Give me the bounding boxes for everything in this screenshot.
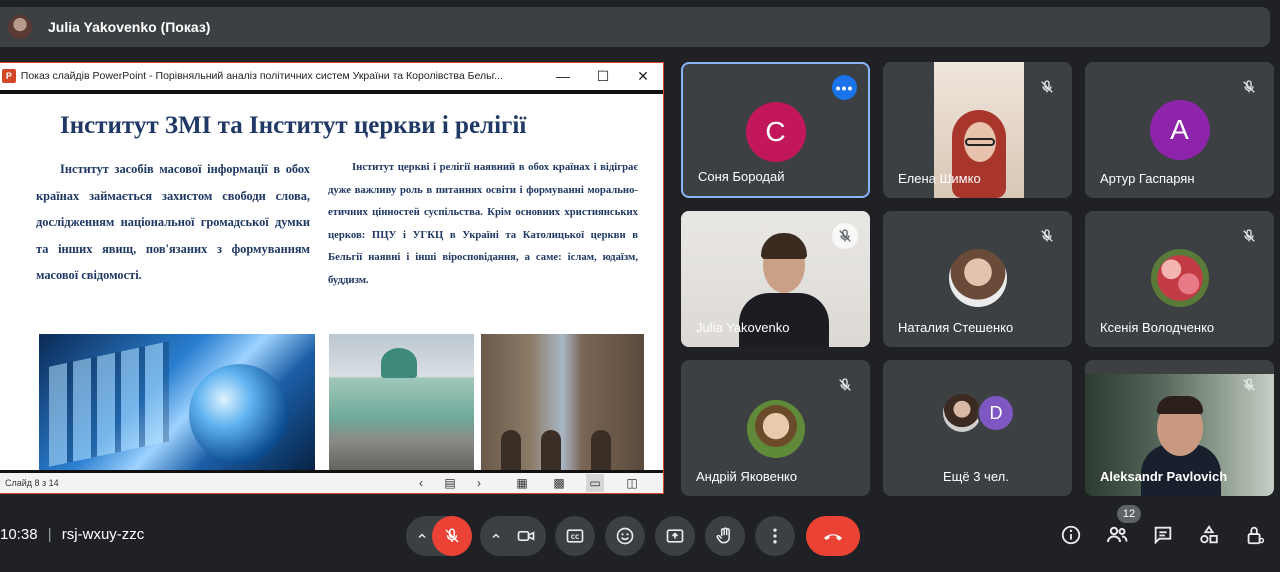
participant-tile-others[interactable]: D Ещё 3 чел. bbox=[883, 360, 1072, 496]
media-image bbox=[39, 334, 315, 470]
participant-tile[interactable]: Aleksandr Pavlovich bbox=[1085, 360, 1274, 496]
present-button[interactable] bbox=[655, 516, 695, 556]
participant-tile[interactable]: А Артур Гаспарян bbox=[1085, 62, 1274, 198]
mic-off-icon bbox=[1034, 74, 1060, 100]
participant-tile[interactable]: С ••• Соня Бородай bbox=[681, 62, 870, 198]
participant-name: Ещё 3 чел. bbox=[943, 469, 1009, 484]
people-icon[interactable] bbox=[1104, 522, 1130, 548]
captions-icon: CC bbox=[566, 529, 584, 543]
avatar: D bbox=[977, 394, 1015, 432]
avatar bbox=[746, 400, 805, 458]
emoji-button[interactable] bbox=[605, 516, 645, 556]
normal-view-icon[interactable]: ▦ bbox=[513, 474, 531, 492]
participant-tile[interactable]: Ксенія Володченко bbox=[1085, 211, 1274, 347]
ppt-statusbar: Слайд 8 з 14 ‹ ▤ › ▦ ▩ ▭ ◫ bbox=[0, 473, 663, 493]
mic-off-icon bbox=[832, 223, 858, 249]
ppt-titlebar: P Показ слайдів PowerPoint - Порівняльни… bbox=[0, 63, 663, 89]
end-call-button[interactable] bbox=[806, 516, 860, 556]
captions-button[interactable]: CC bbox=[555, 516, 595, 556]
maximize-icon[interactable]: ☐ bbox=[583, 63, 623, 89]
meeting-info: 10:38 | rsj-wxuy-zzc bbox=[0, 526, 144, 543]
slide-left-text: Інститут засобів масової інформації в об… bbox=[36, 162, 310, 282]
mic-off-icon bbox=[1236, 74, 1262, 100]
reading-view-icon[interactable]: ▭ bbox=[586, 474, 604, 492]
activities-icon[interactable] bbox=[1196, 522, 1222, 548]
participant-tile[interactable]: Елена Шимко bbox=[883, 62, 1072, 198]
chevron-up-icon[interactable] bbox=[486, 516, 506, 556]
ppt-window: P Показ слайдів PowerPoint - Порівняльни… bbox=[0, 62, 664, 494]
avatar bbox=[943, 394, 981, 432]
people-count-badge: 12 bbox=[1117, 505, 1141, 523]
participant-name: Ксенія Володченко bbox=[1100, 320, 1215, 335]
ppt-window-title: Показ слайдів PowerPoint - Порівняльний … bbox=[20, 70, 503, 82]
participant-name: Aleksandr Pavlovich bbox=[1100, 469, 1228, 484]
participant-name: Julia Yakovenko bbox=[696, 320, 790, 335]
minimize-icon[interactable]: — bbox=[543, 63, 583, 89]
avatar: С bbox=[745, 102, 806, 162]
close-icon[interactable]: ✕ bbox=[623, 63, 663, 89]
more-vert-icon bbox=[773, 528, 777, 544]
more-options-button[interactable] bbox=[755, 516, 795, 556]
slide-title: Інститут ЗМІ та Інститут церкви і релігі… bbox=[60, 112, 527, 139]
slide-counter: Слайд 8 з 14 bbox=[5, 478, 59, 488]
slide-right-text: Інститут церкві і релігії наявний в обох… bbox=[328, 161, 638, 286]
presenter-name: Julia Yakovenko (Показ) bbox=[48, 19, 211, 35]
meeting-code: rsj-wxuy-zzc bbox=[61, 526, 145, 543]
mic-control-group bbox=[406, 516, 472, 556]
prev-slide-icon[interactable]: ‹ bbox=[412, 474, 430, 492]
raise-hand-icon bbox=[716, 527, 730, 544]
participant-tile[interactable]: Julia Yakovenko bbox=[681, 211, 870, 347]
present-icon bbox=[666, 529, 684, 543]
slideshow-icon[interactable]: ◫ bbox=[623, 474, 641, 492]
chevron-up-icon[interactable] bbox=[412, 516, 432, 556]
raise-hand-button[interactable] bbox=[705, 516, 745, 556]
mic-off-button[interactable] bbox=[432, 516, 472, 556]
camera-button[interactable] bbox=[506, 516, 546, 556]
chat-icon[interactable] bbox=[1150, 522, 1176, 548]
church-image bbox=[329, 334, 474, 470]
emoji-icon bbox=[616, 527, 634, 545]
mic-off-icon bbox=[1034, 223, 1060, 249]
slide: Інститут ЗМІ та Інститут церкви і релігі… bbox=[0, 90, 663, 474]
mic-off-icon bbox=[1236, 223, 1262, 249]
svg-text:CC: CC bbox=[571, 535, 580, 541]
powerpoint-icon: P bbox=[2, 69, 16, 83]
avatar bbox=[948, 249, 1007, 307]
avatar bbox=[1150, 249, 1209, 307]
camera-icon bbox=[517, 531, 535, 541]
presenter-avatar bbox=[8, 15, 32, 39]
mic-off-icon bbox=[445, 528, 459, 543]
end-call-icon bbox=[824, 534, 842, 541]
mic-off-icon bbox=[832, 372, 858, 398]
participant-tile[interactable]: Наталия Стешенко bbox=[883, 211, 1072, 347]
meeting-time: 10:38 bbox=[0, 526, 38, 543]
participant-tile[interactable]: Андрій Яковенко bbox=[681, 360, 870, 496]
participant-name: Артур Гаспарян bbox=[1100, 171, 1195, 186]
avatar: А bbox=[1149, 100, 1210, 160]
host-controls-icon[interactable] bbox=[1242, 522, 1268, 548]
next-slide-icon[interactable]: › bbox=[470, 474, 488, 492]
participant-name: Соня Бородай bbox=[698, 169, 785, 184]
slide-menu-icon[interactable]: ▤ bbox=[441, 474, 459, 492]
mic-off-icon bbox=[1236, 372, 1262, 398]
participant-name: Елена Шимко bbox=[898, 171, 981, 186]
slide-sorter-icon[interactable]: ▩ bbox=[550, 474, 568, 492]
cathedral-image bbox=[481, 334, 644, 470]
presenter-bar: Julia Yakovenko (Показ) bbox=[0, 7, 1270, 47]
info-icon[interactable] bbox=[1058, 522, 1084, 548]
meeting-separator: | bbox=[47, 526, 52, 543]
participant-name: Андрій Яковенко bbox=[696, 469, 798, 484]
camera-control-group bbox=[480, 516, 546, 556]
more-options-icon[interactable]: ••• bbox=[832, 75, 857, 100]
participant-name: Наталия Стешенко bbox=[898, 320, 1014, 335]
